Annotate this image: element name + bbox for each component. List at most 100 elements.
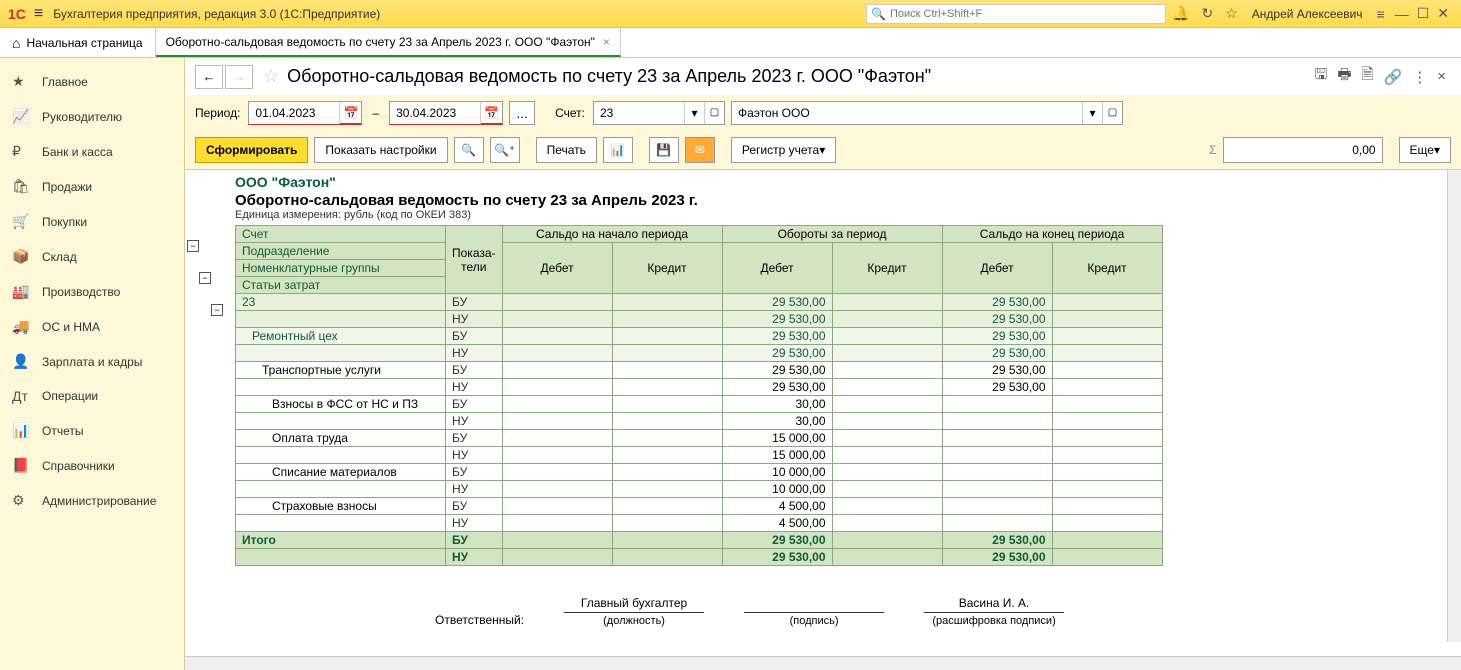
period-picker-button[interactable]: ... xyxy=(509,101,535,125)
generate-button[interactable]: Сформировать xyxy=(195,137,308,163)
preview-icon[interactable]: 🗎 xyxy=(1361,64,1373,89)
org-input[interactable] xyxy=(732,102,1082,124)
row-debit-close: 29 530,00 xyxy=(942,345,1052,362)
maximize-button[interactable]: ☐ xyxy=(1417,5,1430,22)
table-row[interactable]: НУ29 530,0029 530,00 xyxy=(236,345,1163,362)
close-button[interactable]: ✕ xyxy=(1437,5,1449,22)
sidebar-item-5[interactable]: 📦Склад xyxy=(0,239,184,274)
sidebar-item-2[interactable]: ₽Банк и касса xyxy=(0,134,184,169)
total-label: Итого xyxy=(236,532,446,549)
star-icon[interactable]: ☆ xyxy=(1225,5,1238,22)
sidebar-item-6[interactable]: 🏭Производство xyxy=(0,274,184,309)
back-button[interactable]: ← xyxy=(195,65,223,89)
close-report-icon[interactable]: × xyxy=(1437,68,1446,85)
report-area[interactable]: − − − ООО "Фаэтон" Оборотно-сальдовая ве… xyxy=(185,170,1461,656)
logo-1c: 1C xyxy=(8,6,26,22)
favorite-star-icon[interactable]: ☆ xyxy=(263,66,279,87)
date-from-input[interactable] xyxy=(249,102,339,124)
sidebar-item-7[interactable]: 🚚ОС и НМА xyxy=(0,309,184,344)
table-row[interactable]: НУ29 530,0029 530,00 xyxy=(236,311,1163,328)
sidebar-item-11[interactable]: 📕Справочники xyxy=(0,448,184,483)
sidebar-item-4[interactable]: 🛒Покупки xyxy=(0,204,184,239)
link-icon[interactable]: 🔗 xyxy=(1384,68,1403,86)
row-name: Списание материалов xyxy=(236,464,446,481)
sidebar-icon-0: ★ xyxy=(12,73,32,90)
table-row[interactable]: Оплата трудаБУ15 000,00 xyxy=(236,430,1163,447)
print-button[interactable]: Печать xyxy=(536,137,597,163)
row-debit-turn: 4 500,00 xyxy=(722,515,832,532)
save-file-icon[interactable]: 🖫 xyxy=(1315,64,1328,89)
print-icon[interactable]: 🖶 xyxy=(1337,64,1351,89)
save-button[interactable]: 💾 xyxy=(649,137,679,163)
sidebar-item-3[interactable]: 🛍Продажи xyxy=(0,169,184,204)
show-settings-button[interactable]: Показать настройки xyxy=(314,137,447,163)
row-debit-turn: 15 000,00 xyxy=(722,447,832,464)
table-row[interactable]: Взносы в ФСС от НС и ПЗБУ30,00 xyxy=(236,396,1163,413)
org-field[interactable]: ▾ ▢ xyxy=(731,101,1123,125)
sidebar: ★Главное📈Руководителю₽Банк и касса🛍Прода… xyxy=(0,58,185,670)
expand-button[interactable]: 🔍⁺ xyxy=(490,137,520,163)
sum-field[interactable]: 0,00 xyxy=(1223,137,1383,163)
table-row[interactable]: НУ15 000,00 xyxy=(236,447,1163,464)
date-to-field[interactable]: 📅 xyxy=(389,101,503,125)
table-row[interactable]: НУ4 500,00 xyxy=(236,515,1163,532)
table-row[interactable]: Списание материаловБУ10 000,00 xyxy=(236,464,1163,481)
horizontal-scrollbar[interactable] xyxy=(185,656,1461,670)
chart-button[interactable]: 📊 xyxy=(603,137,633,163)
minimize-button[interactable]: — xyxy=(1395,6,1409,22)
calendar-from-icon[interactable]: 📅 xyxy=(339,102,361,124)
account-dropdown-icon[interactable]: ▾ xyxy=(684,102,704,124)
history-icon[interactable]: ↻ xyxy=(1201,5,1213,22)
forward-button[interactable]: → xyxy=(225,65,253,89)
search-box[interactable]: 🔍 xyxy=(866,4,1166,24)
search-input[interactable] xyxy=(890,8,1161,20)
account-open-icon[interactable]: ▢ xyxy=(704,102,724,124)
table-row[interactable]: Страховые взносыБУ4 500,00 xyxy=(236,498,1163,515)
find-button[interactable]: 🔍 xyxy=(454,137,484,163)
org-open-icon[interactable]: ▢ xyxy=(1102,102,1122,124)
tree-toggle-1[interactable]: − xyxy=(187,240,199,252)
row-name: Транспортные услуги xyxy=(236,362,446,379)
more-icon[interactable]: ⋮ xyxy=(1412,68,1427,86)
table-row[interactable]: НУ30,00 xyxy=(236,413,1163,430)
row-indicator: НУ xyxy=(446,481,503,498)
vertical-scrollbar[interactable] xyxy=(1447,170,1461,642)
table-row[interactable]: Ремонтный цехБУ29 530,0029 530,00 xyxy=(236,328,1163,345)
table-row[interactable]: НУ29 530,0029 530,00 xyxy=(236,379,1163,396)
calendar-to-icon[interactable]: 📅 xyxy=(480,102,502,124)
row-debit-close xyxy=(942,396,1052,413)
date-from-field[interactable]: 📅 xyxy=(248,101,362,125)
row-debit-turn: 29 530,00 xyxy=(722,294,832,311)
table-row[interactable]: НУ10 000,00 xyxy=(236,481,1163,498)
mail-button[interactable]: ✉ xyxy=(685,137,715,163)
sidebar-item-12[interactable]: ⚙Администрирование xyxy=(0,483,184,518)
sidebar-item-8[interactable]: 👤Зарплата и кадры xyxy=(0,344,184,379)
bell-icon[interactable]: 🔔 xyxy=(1172,5,1189,22)
date-to-input[interactable] xyxy=(390,102,480,124)
params-bar: Период: 📅 – 📅 ... Счет: ▾ ▢ ▾ ▢ xyxy=(185,95,1461,131)
menu-bars-icon[interactable]: ≡ xyxy=(1377,6,1385,22)
table-row[interactable]: 23БУ29 530,0029 530,00 xyxy=(236,294,1163,311)
user-name[interactable]: Андрей Алексеевич xyxy=(1252,7,1363,21)
tree-toggle-2[interactable]: − xyxy=(199,272,211,284)
org-dropdown-icon[interactable]: ▾ xyxy=(1082,102,1102,124)
row-indicator: БУ xyxy=(446,294,503,311)
account-field[interactable]: ▾ ▢ xyxy=(593,101,725,125)
row-name xyxy=(236,515,446,532)
th-debit-3: Дебет xyxy=(942,243,1052,294)
sidebar-label-3: Продажи xyxy=(42,180,92,194)
table-row[interactable]: Транспортные услугиБУ29 530,0029 530,00 xyxy=(236,362,1163,379)
tab-close-icon[interactable]: × xyxy=(603,35,610,49)
more-button[interactable]: Еще ▾ xyxy=(1399,137,1451,163)
sidebar-item-9[interactable]: ДтОперации xyxy=(0,379,184,413)
main-menu-icon[interactable]: ≡ xyxy=(34,5,43,23)
tree-toggle-3[interactable]: − xyxy=(211,304,223,316)
sidebar-item-0[interactable]: ★Главное xyxy=(0,64,184,99)
tab-home[interactable]: ⌂ Начальная страница xyxy=(0,28,156,57)
register-button[interactable]: Регистр учета ▾ xyxy=(731,137,836,163)
sidebar-item-1[interactable]: 📈Руководителю xyxy=(0,99,184,134)
account-input[interactable] xyxy=(594,102,684,124)
row-indicator: БУ xyxy=(446,430,503,447)
tab-document[interactable]: Оборотно-сальдовая ведомость по счету 23… xyxy=(156,28,621,57)
sidebar-item-10[interactable]: 📊Отчеты xyxy=(0,413,184,448)
